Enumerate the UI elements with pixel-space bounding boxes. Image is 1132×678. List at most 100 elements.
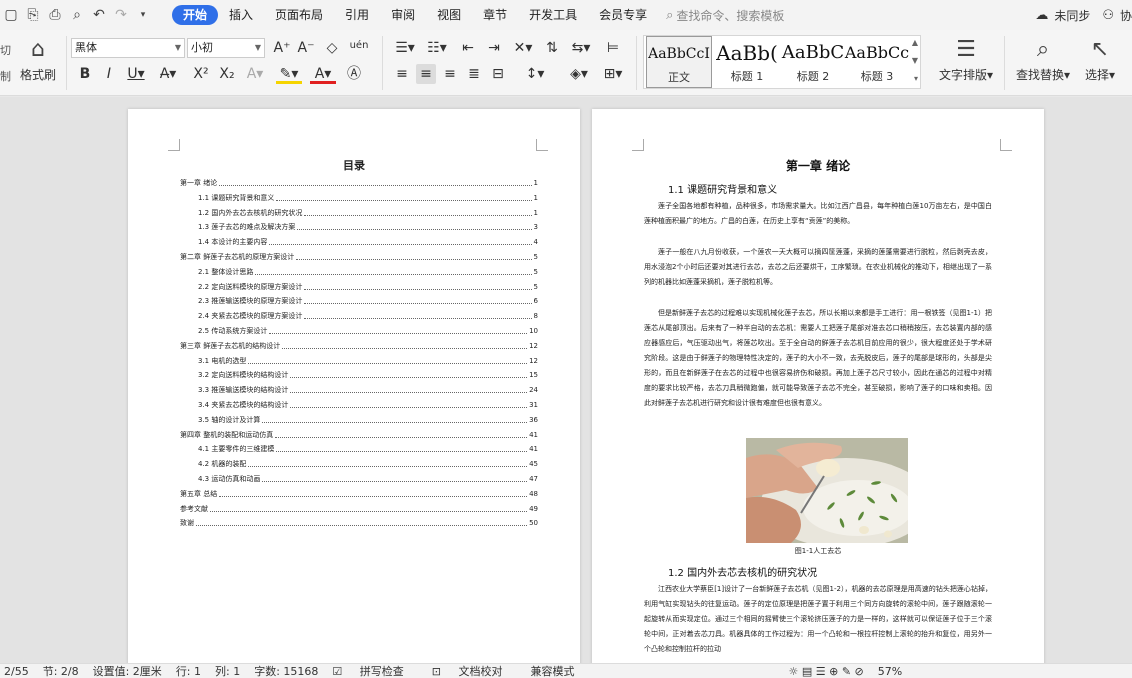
- style-normal[interactable]: AaBbCcI 正文: [646, 36, 712, 88]
- toc-entry[interactable]: 4.3 运动仿真和动画 47: [180, 469, 538, 484]
- superscript-icon[interactable]: X²: [190, 64, 212, 84]
- print-preview-icon[interactable]: ⌕: [66, 4, 88, 26]
- toc-entry[interactable]: 第二章 鲜莲子去芯机的原理方案设计 5: [180, 247, 538, 262]
- toc-entry[interactable]: 参考文献 49: [180, 499, 538, 514]
- toc-entry[interactable]: 1.4 本设计的主要内容 4: [180, 232, 538, 247]
- toc-entry[interactable]: 第三章 鲜莲子去芯机的结构设计 12: [180, 336, 538, 351]
- tab-references[interactable]: 引用: [334, 5, 380, 25]
- toc-entry[interactable]: 3.5 轴的设计及计算 36: [180, 410, 538, 425]
- font-color-icon[interactable]: A▾: [310, 64, 336, 84]
- toc-entry[interactable]: 第五章 总结 48: [180, 484, 538, 499]
- shrink-font-icon[interactable]: A⁻: [296, 38, 316, 58]
- tab-stop-icon[interactable]: ⊨: [602, 38, 624, 58]
- chinese-layout-icon[interactable]: ✕▾: [510, 38, 536, 58]
- numbered-list-icon[interactable]: ☷▾: [424, 38, 450, 58]
- align-right-icon[interactable]: ≡: [440, 64, 460, 84]
- setting-value[interactable]: 设置值: 2厘米: [93, 663, 162, 678]
- view-mode-icons[interactable]: ☼ ▤ ☰ ⊕ ✎ ⊘: [789, 665, 864, 678]
- page-indicator[interactable]: 2/55: [4, 665, 29, 678]
- toc-entry[interactable]: 3.4 夹紧去芯模块的结构设计 31: [180, 395, 538, 410]
- tab-chapter[interactable]: 章节: [472, 5, 518, 25]
- page-toc[interactable]: 目录 第一章 绪论 1 1.1 课题研究背景和意义 1 1.2 国内外去芯去核机的研究状…: [128, 109, 580, 663]
- select-button[interactable]: ↖ 选择▾: [1078, 34, 1122, 83]
- style-scroll-down-icon[interactable]: ▼: [912, 56, 918, 65]
- border-icon[interactable]: ⊞▾: [600, 64, 626, 84]
- section-indicator[interactable]: 节: 2/8: [43, 663, 79, 678]
- format-painter-button[interactable]: ⌂ 格式刷: [18, 34, 58, 83]
- copy-label[interactable]: 制: [0, 68, 11, 84]
- style-more-icon[interactable]: ▾: [914, 74, 918, 83]
- tab-member[interactable]: 会员专享: [588, 5, 658, 25]
- word-count[interactable]: 字数: 15168: [254, 663, 318, 678]
- toc-entry[interactable]: 2.1 整体设计思路 5: [180, 262, 538, 277]
- tab-review[interactable]: 审阅: [380, 5, 426, 25]
- tab-developer[interactable]: 开发工具: [518, 5, 588, 25]
- underline-icon[interactable]: U▾: [124, 64, 148, 84]
- tab-view[interactable]: 视图: [426, 5, 472, 25]
- toc-entry[interactable]: 1.3 莲子去芯的难点及解决方案 3: [180, 217, 538, 232]
- phonetic-guide-icon[interactable]: uén: [346, 36, 372, 56]
- sync-status[interactable]: 未同步: [1054, 7, 1090, 24]
- clear-format-icon[interactable]: ◇: [322, 38, 342, 58]
- toc-entry[interactable]: 3.1 电机的选型 12: [180, 351, 538, 366]
- zoom-level[interactable]: 57%: [878, 665, 902, 678]
- grow-font-icon[interactable]: A⁺: [272, 38, 292, 58]
- find-replace-button[interactable]: ⌕ 查找替换▾: [1012, 34, 1074, 83]
- toc-entry[interactable]: 1.1 课题研究背景和意义 1: [180, 188, 538, 203]
- toc-entry[interactable]: 2.2 定向送料模块的原理方案设计 5: [180, 277, 538, 292]
- page-chapter-1[interactable]: 第一章 绪论 1.1 课题研究背景和意义 莲子全国各地都有种植，品种很多，市场需…: [592, 109, 1044, 663]
- align-center-icon[interactable]: ≡: [416, 64, 436, 84]
- collab-label[interactable]: 协: [1120, 7, 1132, 24]
- toc-entry[interactable]: 第一章 绪论 1: [180, 173, 538, 188]
- toc-entry[interactable]: 4.2 机器的装配 45: [180, 454, 538, 469]
- italic-icon[interactable]: I: [100, 64, 118, 84]
- redo-icon[interactable]: ↷: [110, 4, 132, 26]
- text-effect-icon[interactable]: A▾: [242, 64, 268, 84]
- highlight-icon[interactable]: ✎▾: [276, 64, 302, 84]
- style-heading-1[interactable]: AaBb( 标题 1: [714, 36, 780, 88]
- cut-label[interactable]: 切: [0, 42, 11, 58]
- line-spacing-icon[interactable]: ↕▾: [522, 64, 548, 84]
- style-scroll-up-icon[interactable]: ▲: [912, 38, 918, 47]
- show-marks-icon[interactable]: ⇆▾: [568, 38, 594, 58]
- tab-start[interactable]: 开始: [172, 5, 219, 25]
- style-heading-2[interactable]: AaBbC 标题 2: [780, 36, 846, 88]
- font-size-select[interactable]: 小初 ▼: [187, 38, 265, 58]
- customize-dropdown-icon[interactable]: ▾: [132, 4, 154, 26]
- save-icon[interactable]: ⎘: [22, 4, 44, 26]
- toc-entry[interactable]: 3.3 推莲输送模块的结构设计 24: [180, 380, 538, 395]
- toc-entry[interactable]: 2.3 推莲输送模块的原理方案设计 6: [180, 291, 538, 306]
- tab-insert[interactable]: 插入: [218, 5, 264, 25]
- font-name-select[interactable]: 黑体 ▼: [71, 38, 185, 58]
- bold-icon[interactable]: B: [76, 64, 94, 84]
- toc-entry[interactable]: 致谢 50: [180, 513, 538, 528]
- command-search[interactable]: ⌕ 查找命令、搜索模板: [666, 7, 784, 24]
- undo-icon[interactable]: ↶: [88, 4, 110, 26]
- toc-entry[interactable]: 4.1 主要零件的三维建模 41: [180, 439, 538, 454]
- increase-indent-icon[interactable]: ⇥: [484, 38, 504, 58]
- spell-check-toggle[interactable]: ☑ 拼写检查: [332, 663, 417, 678]
- print-icon[interactable]: ⎙: [44, 4, 66, 26]
- toc-entry[interactable]: 1.2 国内外去芯去核机的研究状况 1: [180, 203, 538, 218]
- doc-proof-button[interactable]: ⊡ 文档校对: [432, 663, 517, 678]
- align-left-icon[interactable]: ≡: [392, 64, 412, 84]
- cloud-sync-icon[interactable]: ☁: [1035, 8, 1048, 23]
- justify-icon[interactable]: ≣: [464, 64, 484, 84]
- shading-icon[interactable]: ◈▾: [566, 64, 592, 84]
- bullet-list-icon[interactable]: ☰▾: [392, 38, 418, 58]
- file-icon[interactable]: ▢: [0, 4, 22, 26]
- decrease-indent-icon[interactable]: ⇤: [458, 38, 478, 58]
- tab-page-layout[interactable]: 页面布局: [264, 5, 334, 25]
- toc-entry[interactable]: 第四章 整机的装配和运动仿真 41: [180, 425, 538, 440]
- document-canvas[interactable]: 目录 第一章 绪论 1 1.1 课题研究背景和意义 1 1.2 国内外去芯去核机的研究状…: [0, 97, 1132, 663]
- collab-icon[interactable]: ⚇: [1102, 8, 1114, 23]
- char-border-icon[interactable]: Ⓐ: [344, 64, 364, 84]
- toc-entry[interactable]: 2.5 传动系统方案设计 10: [180, 321, 538, 336]
- sort-icon[interactable]: ⇅: [542, 38, 562, 58]
- toc-entry[interactable]: 3.2 定向送料模块的结构设计 15: [180, 365, 538, 380]
- distributed-icon[interactable]: ⊟: [488, 64, 508, 84]
- strikethrough-icon[interactable]: A̶▾: [156, 64, 180, 84]
- style-heading-3[interactable]: AaBbCc 标题 3: [844, 36, 910, 88]
- text-layout-button[interactable]: ☰ 文字排版▾: [934, 34, 998, 83]
- toc-entry[interactable]: 2.4 夹紧去芯模块的原理方案设计 8: [180, 306, 538, 321]
